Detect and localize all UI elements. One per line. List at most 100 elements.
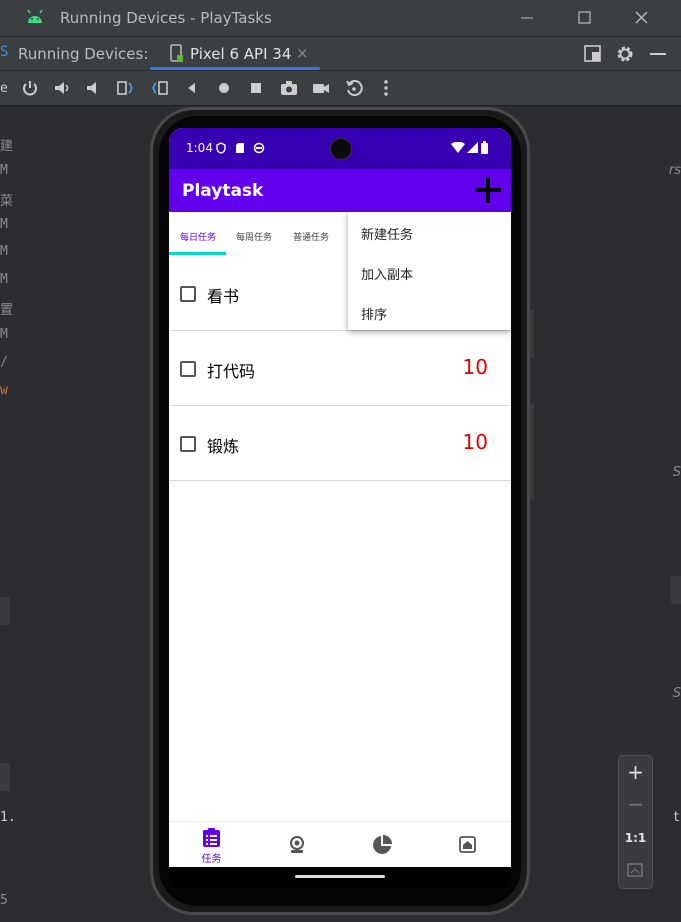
edge-glyph: M xyxy=(0,327,8,342)
tab-daily[interactable]: 每日任务 xyxy=(180,230,216,243)
more-options-icon[interactable] xyxy=(376,78,396,98)
phone-screen: 1:04 Playtask 每日任务 每周任务 普通任务 看书 打代码 10 锻… xyxy=(169,128,511,887)
power-side-button xyxy=(530,310,534,358)
menu-item-join-dungeon[interactable]: 加入副本 xyxy=(361,264,413,283)
fit-screen-icon[interactable] xyxy=(627,862,643,878)
add-icon[interactable] xyxy=(475,177,501,203)
menu-item-sort[interactable]: 排序 xyxy=(361,304,387,323)
camera-icon[interactable] xyxy=(279,78,299,98)
edge-glyph: M xyxy=(0,244,8,259)
tab-indicator xyxy=(169,252,226,255)
phone-device-icon xyxy=(170,44,183,62)
maximize-icon xyxy=(578,11,591,24)
close-tab-icon[interactable]: × xyxy=(296,44,309,62)
android-studio-icon xyxy=(27,10,43,23)
edge-glyph: rs xyxy=(668,163,681,178)
task-row[interactable]: 锻炼 10 xyxy=(169,406,511,481)
hide-panel-icon[interactable] xyxy=(649,45,667,63)
device-tab[interactable]: Pixel 6 API 34 × xyxy=(150,37,320,70)
task-row[interactable]: 打代码 10 xyxy=(169,331,511,406)
edge-glyph: 1. xyxy=(0,810,16,825)
edge-glyph: 5 xyxy=(0,893,8,908)
app-bar: Playtask xyxy=(169,169,511,212)
status-time: 1:04 xyxy=(186,141,213,155)
running-devices-label: Running Devices: xyxy=(18,45,149,63)
status-bar: 1:04 xyxy=(169,128,511,169)
zoom-actual-size-button[interactable]: 1:1 xyxy=(619,831,652,845)
gear-icon[interactable] xyxy=(615,44,635,64)
edge-glyph: S xyxy=(0,44,9,60)
bottom-navigation: 任务 xyxy=(169,821,511,868)
maximize-button[interactable] xyxy=(562,0,608,36)
minimize-icon xyxy=(521,17,533,19)
window-title-bar: Running Devices - PlayTasks xyxy=(0,0,681,37)
pie-chart-icon xyxy=(373,835,392,854)
zoom-controls: + − 1:1 xyxy=(618,755,653,889)
zoom-out-button[interactable]: − xyxy=(619,792,652,816)
device-tab-bar: Running Devices: Pixel 6 API 34 × xyxy=(0,37,681,70)
close-icon xyxy=(635,11,648,24)
sd-card-icon xyxy=(236,143,244,153)
wifi-icon xyxy=(451,142,465,153)
task-list-icon xyxy=(203,828,220,847)
nav-item-home[interactable] xyxy=(425,822,510,868)
task-checkbox[interactable] xyxy=(180,361,196,377)
menu-item-new-task[interactable]: 新建任务 xyxy=(361,224,413,243)
device-tab-label: Pixel 6 API 34 xyxy=(190,45,292,63)
overview-icon[interactable] xyxy=(246,78,266,98)
edge-glyph: 置 xyxy=(0,303,14,318)
close-window-button[interactable] xyxy=(619,0,665,36)
front-camera xyxy=(330,138,352,160)
active-tab-underline xyxy=(150,67,320,70)
layout-toggle-icon[interactable] xyxy=(584,45,602,63)
task-name: 锻炼 xyxy=(207,437,240,456)
edge-glyph: M xyxy=(0,163,8,178)
zoom-in-button[interactable]: + xyxy=(619,760,652,784)
task-points: 10 xyxy=(462,430,488,454)
edge-glyph: S xyxy=(672,465,681,480)
task-checkbox[interactable] xyxy=(180,286,196,302)
edge-glyph: 菜 xyxy=(0,194,14,209)
window-title: Running Devices - PlayTasks xyxy=(60,9,272,27)
snapshot-restore-icon[interactable] xyxy=(344,78,364,98)
tab-weekly[interactable]: 每周任务 xyxy=(236,230,272,243)
gesture-nav-area xyxy=(169,867,511,887)
home-button-icon[interactable] xyxy=(214,78,234,98)
task-name: 打代码 xyxy=(207,362,256,381)
battery-icon xyxy=(481,141,488,154)
edge-glyph: w xyxy=(0,383,8,398)
edge-stripe xyxy=(0,597,10,625)
nav-item-stats[interactable] xyxy=(340,822,425,868)
minimize-button[interactable] xyxy=(503,0,549,36)
edge-glyph: / xyxy=(0,355,8,370)
gesture-handle[interactable] xyxy=(295,875,385,878)
signal-icon xyxy=(467,142,478,153)
edge-glyph: M xyxy=(0,272,8,287)
edge-glyph: S xyxy=(672,686,681,701)
rotate-right-icon[interactable] xyxy=(149,78,169,98)
edge-glyph: M xyxy=(0,217,8,232)
task-points: 10 xyxy=(462,355,488,379)
nav-label-tasks: 任务 xyxy=(201,854,222,865)
task-name: 看书 xyxy=(207,287,240,306)
tab-normal[interactable]: 普通任务 xyxy=(293,230,329,243)
edge-glyph: e xyxy=(0,81,8,96)
nav-item-webcam[interactable] xyxy=(254,822,339,868)
emulator-toolbar xyxy=(0,71,681,106)
home-icon xyxy=(459,836,476,853)
edge-stripe xyxy=(671,576,681,604)
sync-icon xyxy=(253,142,265,154)
webcam-icon xyxy=(290,836,304,853)
volume-down-icon[interactable] xyxy=(84,78,104,98)
record-video-icon[interactable] xyxy=(311,78,331,98)
overflow-menu: 新建任务 加入副本 排序 xyxy=(348,212,511,330)
rotate-left-icon[interactable] xyxy=(116,78,136,98)
task-checkbox[interactable] xyxy=(180,436,196,452)
back-icon[interactable] xyxy=(182,78,202,98)
edge-glyph: 建 xyxy=(0,139,14,154)
edge-stripe xyxy=(0,763,10,791)
shield-icon xyxy=(216,142,226,154)
volume-up-icon[interactable] xyxy=(52,78,72,98)
power-icon[interactable] xyxy=(20,78,40,98)
nav-item-tasks[interactable]: 任务 xyxy=(169,822,254,868)
